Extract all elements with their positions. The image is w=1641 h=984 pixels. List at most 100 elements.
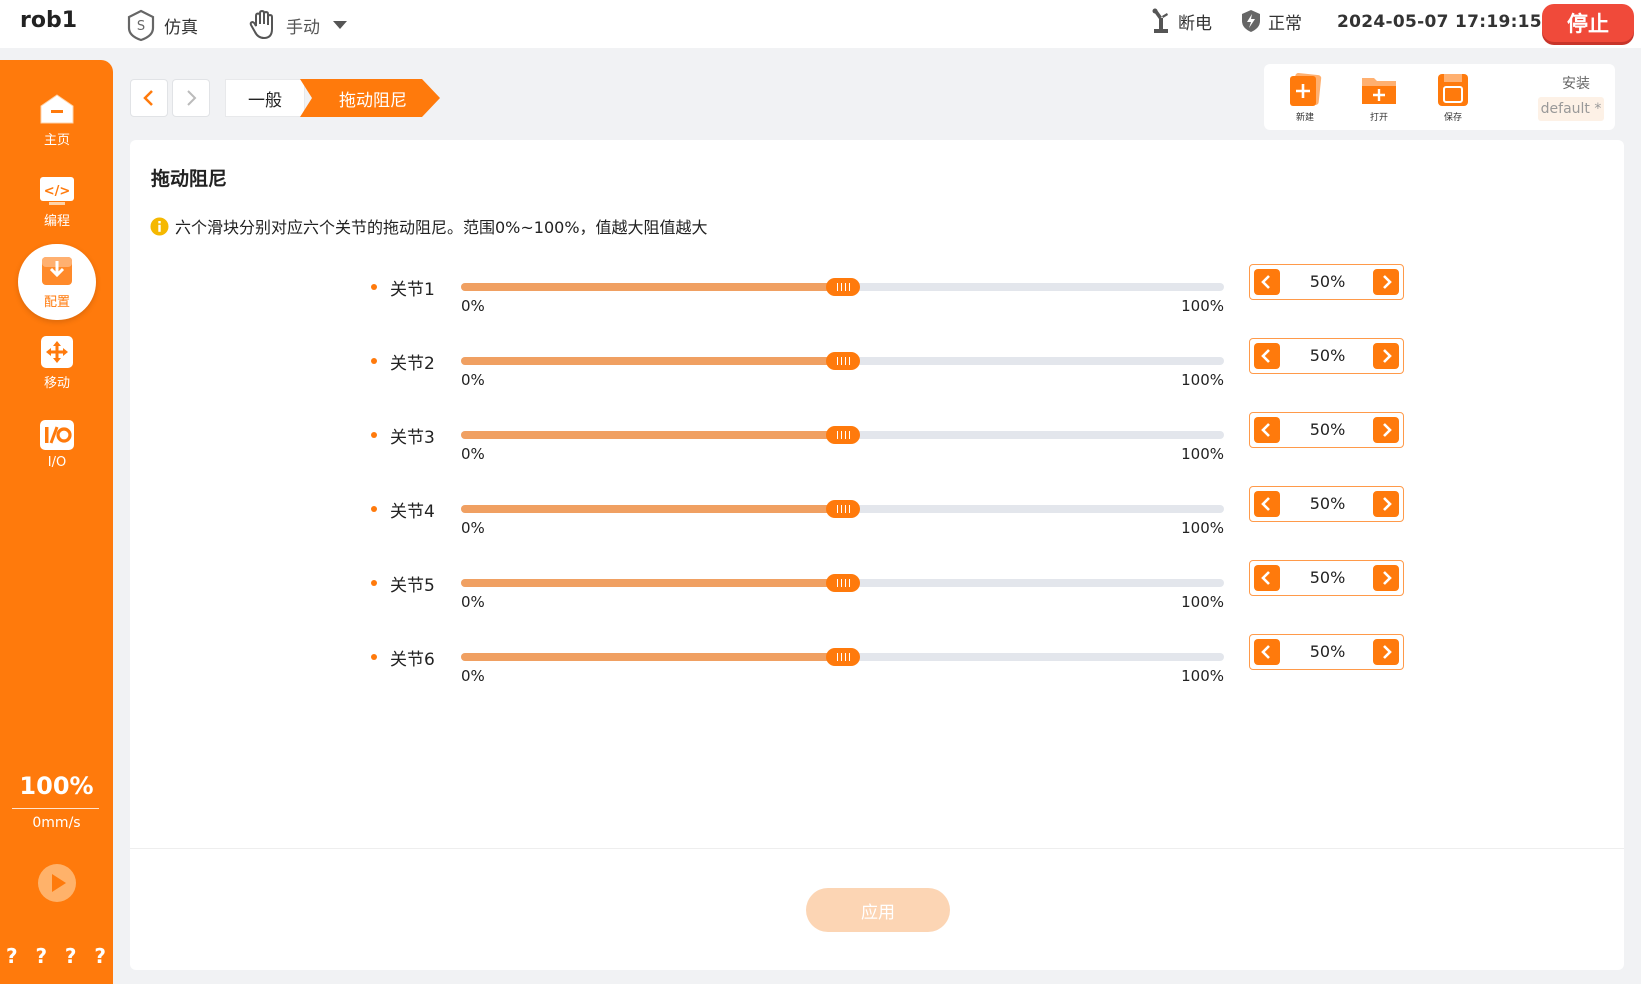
slider-fill [461, 505, 843, 513]
safety-status-indicator[interactable]: 正常 [1240, 8, 1302, 34]
speed-percent[interactable]: 100% [0, 772, 113, 800]
caret-down-icon [333, 21, 347, 29]
operation-mode-dropdown[interactable]: 手动 [246, 8, 358, 42]
slider-thumb[interactable] [826, 278, 860, 296]
stepper-value[interactable]: 50% [1284, 561, 1371, 594]
stepper-value[interactable]: 50% [1284, 413, 1371, 446]
damping-stepper: 50% [1249, 264, 1404, 300]
new-label: 新建 [1295, 113, 1314, 123]
bullet-dot [371, 432, 377, 438]
sidebar-item-config[interactable]: 配置 [18, 244, 96, 320]
decrement-button[interactable] [1254, 491, 1280, 517]
damping-slider[interactable] [461, 574, 1224, 592]
stepper-value[interactable]: 50% [1284, 339, 1371, 372]
help-icon[interactable]: ? [35, 944, 47, 968]
damping-slider[interactable] [461, 648, 1224, 666]
damping-slider[interactable] [461, 500, 1224, 518]
decrement-button[interactable] [1254, 417, 1280, 443]
sim-mode-indicator[interactable]: S 仿真 [124, 8, 198, 42]
info-message: 六个滑块分别对应六个关节的拖动阻尼。范围0%~100%，值越大阻值越大 [150, 214, 708, 238]
sidebar-item-programming[interactable]: </> 编程 [18, 163, 96, 239]
increment-button[interactable] [1373, 343, 1399, 369]
help-icon[interactable]: ? [65, 944, 77, 968]
svg-text:</>: </> [44, 184, 71, 199]
increment-button[interactable] [1373, 639, 1399, 665]
stepper-value[interactable]: 50% [1284, 635, 1371, 668]
stepper-value[interactable]: 50% [1284, 265, 1371, 298]
joint-row: 关节6 0% 100% 50% [130, 634, 1624, 701]
power-indicator[interactable]: 断电 [1150, 8, 1212, 34]
joint-label: 关节6 [390, 650, 435, 670]
increment-button[interactable] [1373, 565, 1399, 591]
save-button[interactable]: 保存 [1428, 72, 1478, 123]
breadcrumb-current-label: 拖动阻尼 [339, 90, 407, 111]
increment-button[interactable] [1373, 269, 1399, 295]
chevron-right-icon [1383, 571, 1392, 585]
decrement-button[interactable] [1254, 343, 1280, 369]
help-icon[interactable]: ? [6, 944, 18, 968]
slider-thumb[interactable] [826, 648, 860, 666]
sidebar-item-move[interactable]: 移动 [18, 325, 96, 401]
chevron-right-icon [187, 90, 197, 106]
damping-slider[interactable] [461, 352, 1224, 370]
info-icon [150, 217, 169, 235]
slider-thumb[interactable] [826, 500, 860, 518]
apply-button[interactable]: 应用 [806, 888, 950, 932]
slider-min-label: 0% [461, 667, 485, 685]
help-icon[interactable]: ? [94, 944, 106, 968]
bullet-dot [371, 506, 377, 512]
file-toolbar: 新建 打开 保存 安装 default * [1264, 64, 1615, 130]
forward-button[interactable] [172, 79, 210, 117]
slider-thumb[interactable] [826, 426, 860, 444]
increment-button[interactable] [1373, 491, 1399, 517]
speed-divider [12, 808, 99, 809]
slider-thumb[interactable] [826, 574, 860, 592]
sidebar-item-home[interactable]: 主页 [18, 82, 96, 158]
slider-max-label: 100% [1181, 519, 1224, 537]
joint-label: 关节2 [390, 354, 435, 374]
damping-slider[interactable] [461, 278, 1224, 296]
breadcrumb-general[interactable]: 一般 [225, 79, 305, 117]
damping-stepper: 50% [1249, 412, 1404, 448]
decrement-button[interactable] [1254, 269, 1280, 295]
drag-damping-panel: 拖动阻尼 六个滑块分别对应六个关节的拖动阻尼。范围0%~100%，值越大阻值越大… [130, 140, 1624, 970]
stop-button[interactable]: 停止 [1542, 4, 1634, 42]
svg-text:S: S [137, 19, 145, 34]
slider-min-label: 0% [461, 445, 485, 463]
increment-button[interactable] [1373, 417, 1399, 443]
decrement-button[interactable] [1254, 565, 1280, 591]
decrement-button[interactable] [1254, 639, 1280, 665]
joint-label: 关节1 [390, 280, 435, 300]
chevron-left-icon [1261, 645, 1270, 659]
home-icon [39, 93, 75, 125]
joint-row: 关节1 0% 100% 50% [130, 264, 1624, 331]
config-download-icon [39, 255, 75, 287]
sidebar-item-label: 主页 [43, 132, 70, 148]
sidebar-item-label: 移动 [43, 375, 70, 391]
slider-fill [461, 431, 843, 439]
install-value[interactable]: default * [1538, 97, 1604, 121]
page-title: 拖动阻尼 [151, 168, 228, 190]
open-folder-icon [1362, 78, 1396, 104]
robot-name[interactable]: rob1 [20, 8, 77, 33]
slider-fill [461, 579, 843, 587]
stepper-value[interactable]: 50% [1284, 487, 1371, 520]
chevron-left-icon [143, 90, 153, 106]
open-label: 打开 [1369, 113, 1388, 123]
sidebar-item-io[interactable]: I/O [18, 406, 96, 482]
slider-max-label: 100% [1181, 445, 1224, 463]
play-icon[interactable] [37, 863, 77, 903]
damping-slider[interactable] [461, 426, 1224, 444]
code-icon: </> [39, 174, 75, 206]
slider-min-label: 0% [461, 519, 485, 537]
joint-row: 关节2 0% 100% 50% [130, 338, 1624, 405]
back-button[interactable] [130, 79, 168, 117]
slider-fill [461, 283, 843, 291]
slider-fill [461, 653, 843, 661]
open-button[interactable]: 打开 [1354, 72, 1404, 123]
slider-thumb[interactable] [826, 352, 860, 370]
new-button[interactable]: 新建 [1280, 72, 1330, 123]
breadcrumb-current: 拖动阻尼 [300, 79, 440, 117]
damping-stepper: 50% [1249, 560, 1404, 596]
mode-label: 手动 [286, 17, 320, 38]
